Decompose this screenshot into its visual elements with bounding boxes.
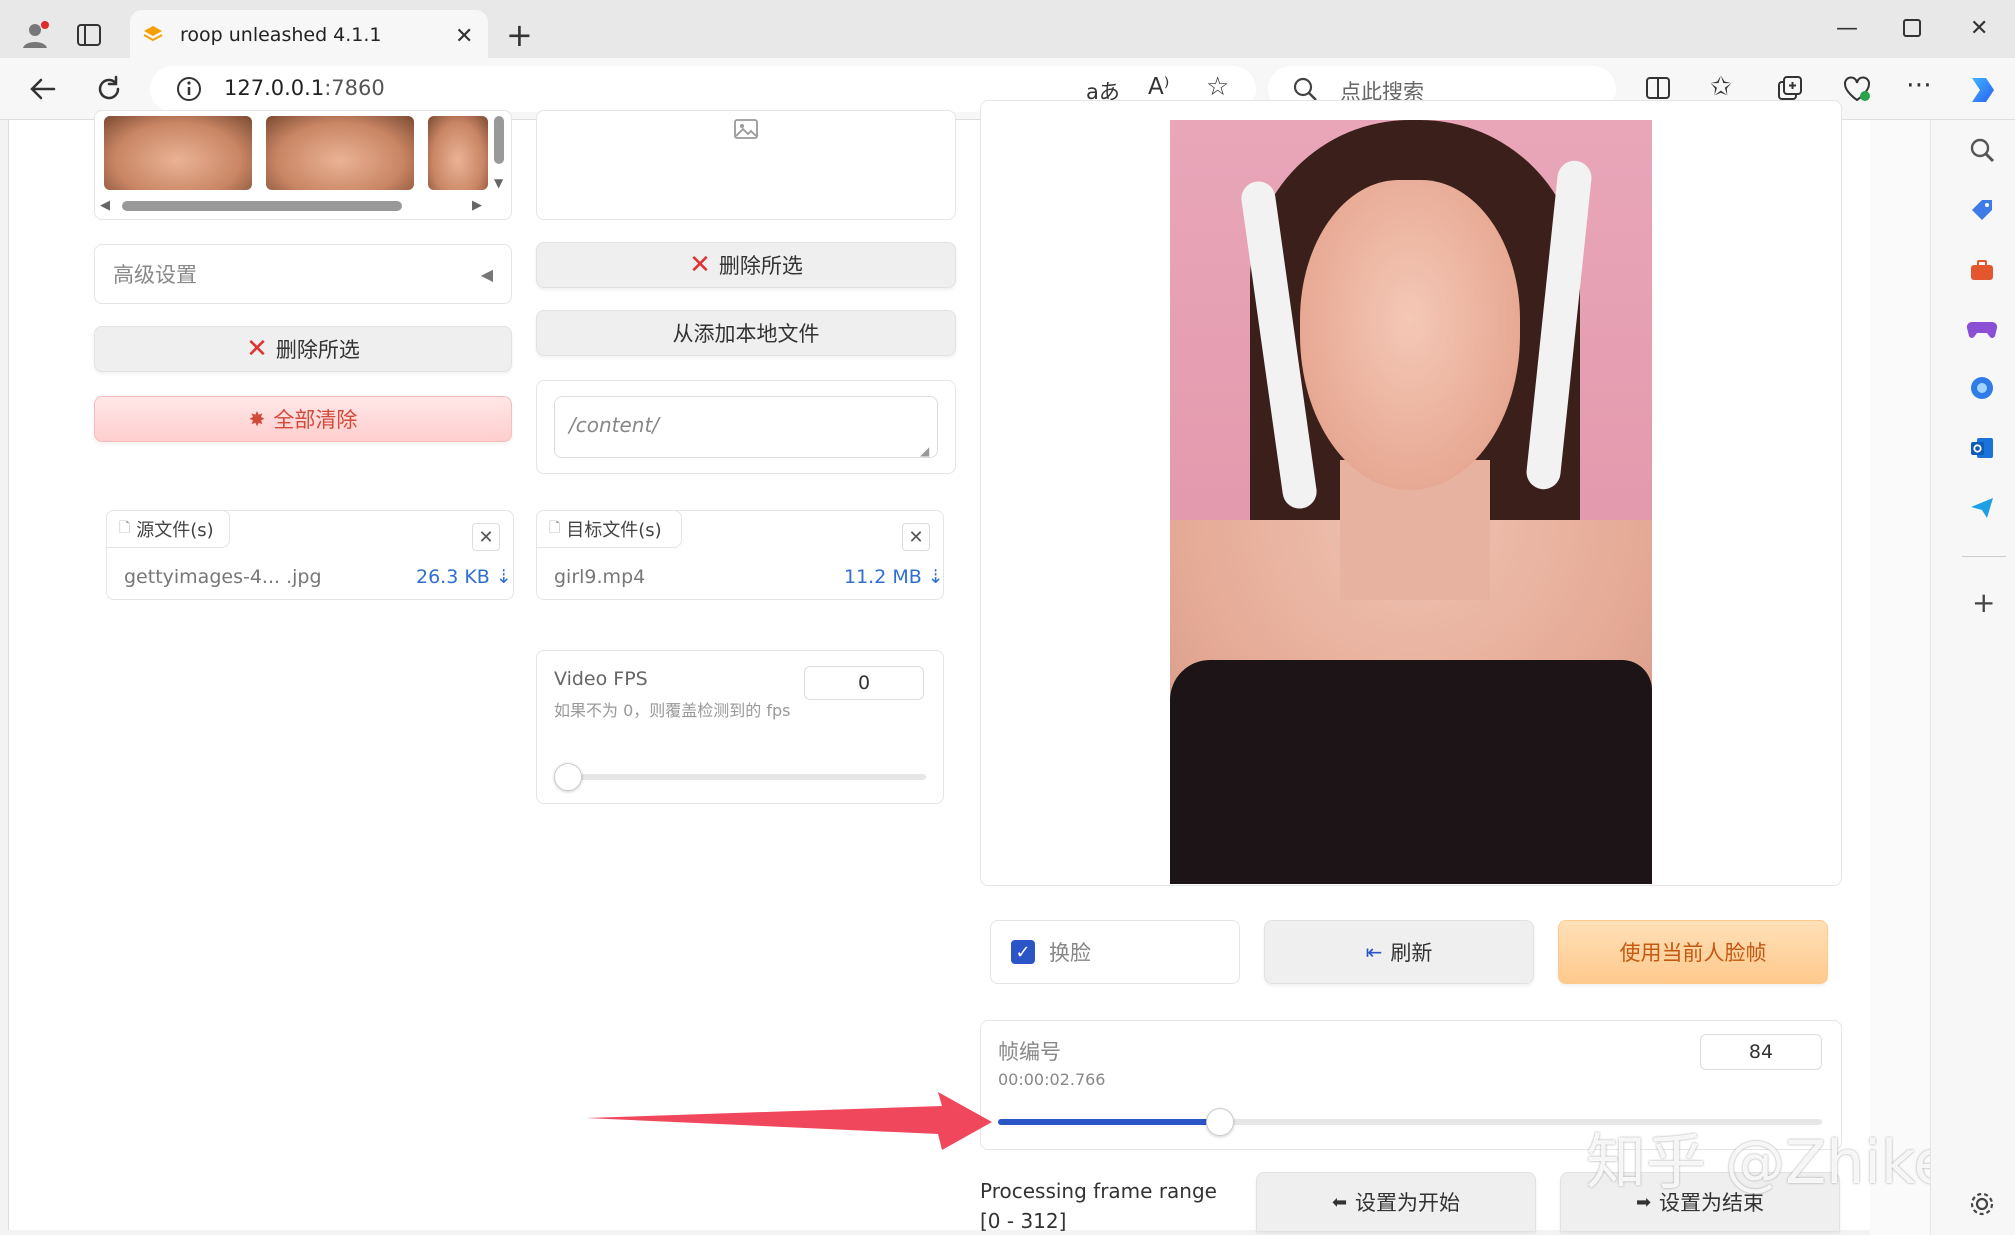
more-menu-icon[interactable]: ⋯ [1906,72,1932,98]
copilot-icon[interactable] [1964,72,2000,112]
gallery-scroll-right-icon[interactable]: ▶ [472,198,482,213]
watermark: 知乎 @Zhikes [1586,1128,1982,1198]
sidebar-settings-icon[interactable] [1968,1190,1996,1222]
maximize-icon[interactable] [1902,18,1922,44]
clear-all-button[interactable]: ✸ 全部清除 [94,396,512,442]
set-start-button[interactable]: ⬅ 设置为开始 [1256,1172,1536,1232]
refresh-button[interactable]: ⇤ 刷新 [1264,920,1534,984]
fps-slider-track[interactable] [556,774,926,780]
delete-x-icon: ✕ [689,250,711,280]
site-info-icon[interactable] [176,76,202,106]
site-favicon-icon [142,24,164,50]
frame-number-input[interactable]: 84 [1700,1034,1822,1070]
sidebar-divider [1962,556,2006,557]
source-file-size[interactable]: 26.3 KB ⇣ [416,566,512,588]
path-input[interactable]: /content/ [554,396,938,458]
new-tab-button[interactable]: + [506,16,533,54]
target-file-tag: 🗋 目标文件(s) [536,510,682,548]
close-window-icon[interactable]: ✕ [1970,16,1988,41]
frame-slider-fill [998,1119,1221,1125]
favorite-star-icon[interactable]: ☆ [1206,74,1229,100]
image-placeholder-icon [734,119,758,139]
delete-selected-label: 删除所选 [275,338,360,362]
burst-icon: ✸ [248,407,266,431]
processing-range-label: Processing frame range [0 - 312] [980,1179,1217,1233]
url-text: 127.0.0.1:7860 [224,76,385,100]
advanced-settings-label: 高级设置 [113,263,197,287]
gallery-vscroll-thumb[interactable] [494,116,504,164]
swap-face-checkbox-row[interactable]: ✓ 换脸 [990,920,1240,984]
target-file-name[interactable]: girl9.mp4 [554,566,645,588]
gallery-scroll-left-icon[interactable]: ◀ [100,198,110,213]
sidebar-tools-icon[interactable] [1968,256,1996,288]
gallery-scroll-down-icon[interactable]: ▼ [494,176,503,190]
swap-face-label: 换脸 [1049,941,1091,965]
source-file-tag: 🗋 源文件(s) [106,510,230,548]
favorites-icon[interactable]: ✩ [1710,74,1732,100]
use-current-face-frame-button[interactable]: 使用当前人脸帧 [1558,920,1828,984]
tab-title: roop unleashed 4.1.1 [180,24,382,46]
use-current-face-label: 使用当前人脸帧 [1619,941,1767,965]
sidebar-add-icon[interactable]: + [1972,586,1995,619]
sidebar-copilot-icon[interactable] [1968,374,1996,406]
close-tab-icon[interactable]: ✕ [455,24,473,49]
sidebar-outlook-icon[interactable] [1968,434,1996,466]
page-scrollbar[interactable] [1870,120,1930,1235]
clear-source-button[interactable]: ✕ [472,523,500,551]
delete-selected-button-left[interactable]: ✕ 删除所选 [94,326,512,372]
set-start-label: 设置为开始 [1355,1191,1461,1215]
end-arrow-icon: ⇤ [1365,940,1383,964]
delete-selected-label: 删除所选 [718,254,803,278]
add-local-file-button[interactable]: 从添加本地文件 [536,310,956,356]
advanced-settings-accordion[interactable]: 高级设置 ◀ [94,244,512,304]
face-thumbnail[interactable] [428,116,488,190]
profile-icon[interactable] [20,20,50,55]
clear-target-button[interactable]: ✕ [902,523,930,551]
fps-slider-handle[interactable] [554,763,582,791]
face-thumbnail[interactable] [104,116,252,190]
url-host: 127.0.0.1 [224,76,325,100]
file-icon: 🗋 [549,520,561,536]
delete-x-icon: ✕ [246,334,268,364]
fps-description: 如果不为 0，则覆盖检测到的 fps [554,701,791,720]
collapse-arrow-icon: ◀ [480,264,493,284]
fps-number-input[interactable]: 0 [804,666,924,700]
checkbox-checked-icon[interactable]: ✓ [1011,940,1035,964]
url-port: :7860 [324,76,385,100]
sidebar-search-icon[interactable] [1968,136,1996,168]
target-file-size[interactable]: 11.2 MB ⇣ [844,566,944,588]
resize-handle-icon[interactable]: ◢ [920,444,929,458]
image-drop-area[interactable] [536,110,956,220]
target-tag-label: 目标文件(s) [566,520,662,541]
source-tag-label: 源文件(s) [136,520,214,541]
clear-all-label: 全部清除 [273,408,358,432]
sidebar-send-icon[interactable] [1968,494,1996,526]
file-icon: 🗋 [119,520,131,536]
frame-time: 00:00:02.766 [998,1070,1106,1089]
face-thumbnail[interactable] [266,116,414,190]
fps-label: Video FPS [554,668,648,690]
preview-image [1170,120,1652,884]
arrow-left-icon: ⬅ [1331,1191,1348,1213]
frame-number-label: 帧编号 [998,1040,1061,1064]
annotation-arrow-icon [586,1092,992,1150]
close-icon: ✕ [908,526,924,548]
read-aloud-icon[interactable]: A⁾ [1148,74,1169,100]
sidebar-shopping-tag-icon[interactable] [1968,196,1996,228]
browser-essentials-icon[interactable] [1842,74,1872,109]
source-file-name[interactable]: gettyimages-4... .jpg [124,566,322,588]
gallery-hscroll-thumb[interactable] [122,201,402,211]
reload-icon[interactable] [94,74,124,109]
minimize-icon[interactable]: — [1836,16,1858,41]
delete-selected-button-middle[interactable]: ✕ 删除所选 [536,242,956,288]
add-local-file-label: 从添加本地文件 [672,322,820,346]
tab-actions-icon[interactable] [76,22,102,53]
sidebar-games-icon[interactable] [1966,314,1998,346]
back-icon[interactable] [28,74,58,109]
refresh-label: 刷新 [1390,941,1433,965]
close-icon: ✕ [478,526,494,548]
